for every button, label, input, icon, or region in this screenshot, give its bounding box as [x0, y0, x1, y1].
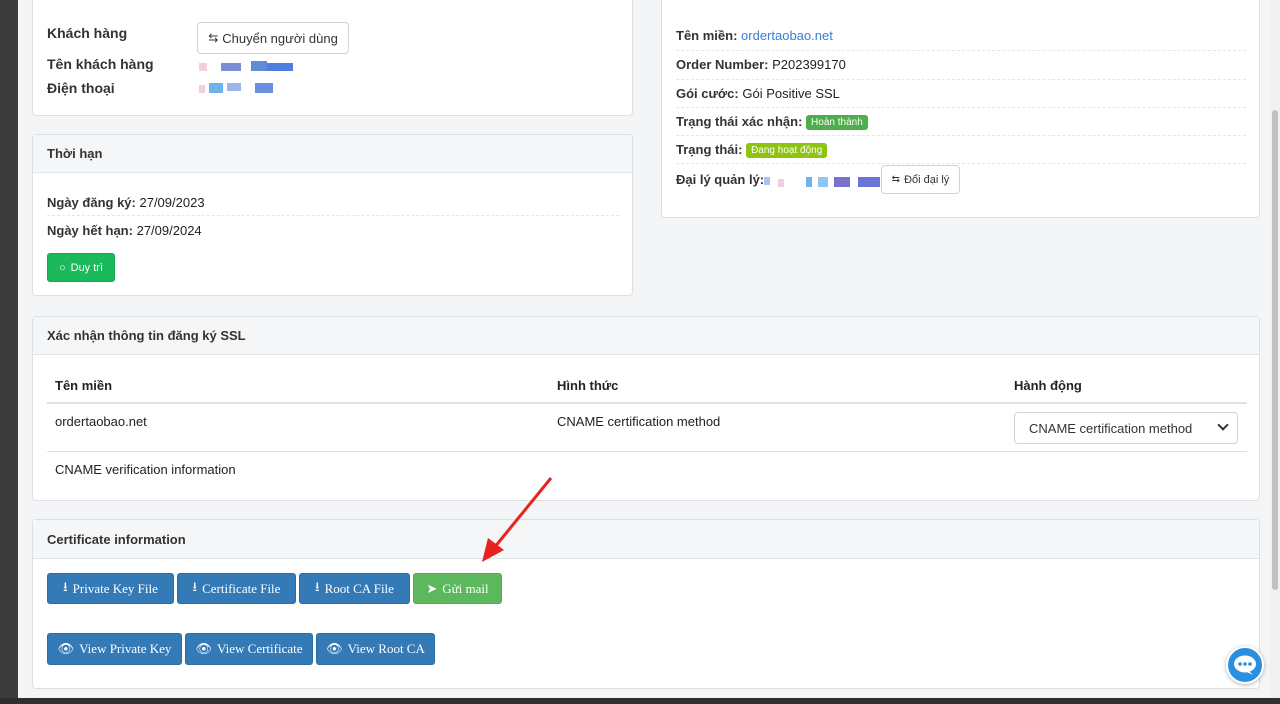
- scrollbar-thumb[interactable]: [1272, 110, 1278, 590]
- eye-icon: 👁: [195, 641, 213, 656]
- annotation-arrow: [482, 477, 553, 562]
- view-private-key-button[interactable]: 👁 View Private Key: [47, 633, 182, 665]
- switch-user-label: Chuyển người dùng: [222, 30, 338, 46]
- customer-panel: Khách hàng Tên khách hàng Điện thoại ⇆ C…: [32, 0, 633, 116]
- cname-info-row: CNAME verification information: [47, 452, 1247, 492]
- send-mail-button[interactable]: ➤ Gửi mail: [413, 573, 502, 604]
- divider: [676, 79, 1246, 80]
- download-icon: ⭳: [192, 578, 198, 594]
- customer-name-label: Tên khách hàng: [47, 56, 154, 72]
- ssl-confirm-panel: Xác nhận thông tin đăng ký SSL Tên miền …: [32, 316, 1260, 501]
- status-badge: Đang hoạt động: [746, 143, 828, 159]
- cname-info-text: CNAME verification information: [55, 462, 236, 477]
- divider: [676, 107, 1246, 108]
- maintain-button[interactable]: ○ Duy trì: [47, 253, 115, 282]
- package-row: Gói cước: Gói Positive SSL: [676, 86, 840, 101]
- swap-icon: ⇆: [891, 174, 901, 185]
- chat-bubble-icon: [1234, 655, 1256, 675]
- domain-link[interactable]: ordertaobao.net: [741, 28, 833, 43]
- row-domain: ordertaobao.net: [55, 414, 147, 429]
- paper-plane-icon: ➤: [426, 580, 438, 596]
- certificate-file-button[interactable]: ⭳ Certificate File: [177, 573, 296, 604]
- verify-status-row: Trạng thái xác nhận: Hoàn thành: [676, 114, 868, 131]
- divider: [676, 50, 1246, 51]
- expiry-date: Ngày hết hạn: 27/09/2024: [47, 223, 202, 238]
- eye-icon: 👁: [326, 641, 343, 656]
- download-icon: ⭳: [63, 578, 68, 594]
- refresh-icon: ○: [58, 261, 66, 274]
- chevron-down-icon: [1217, 419, 1229, 431]
- view-root-ca-button[interactable]: 👁 View Root CA: [316, 633, 435, 665]
- verify-status-badge: Hoàn thành: [806, 115, 868, 131]
- ssl-confirm-title: Xác nhận thông tin đăng ký SSL: [33, 317, 1259, 355]
- ssl-table: Tên miền Hình thức Hành động ordertaobao…: [47, 367, 1247, 492]
- eye-icon: 👁: [57, 641, 75, 656]
- status-row: Trạng thái: Đang hoạt động: [676, 142, 828, 159]
- col-action: Hành động: [1014, 378, 1082, 393]
- certificate-panel: Certificate information ⭳ Private Key Fil…: [32, 519, 1260, 689]
- window-left-edge: [0, 0, 18, 704]
- order-number-row: Order Number: P202399170: [676, 57, 846, 72]
- agent-row: Đại lý quản lý:: [676, 172, 765, 187]
- private-key-file-button[interactable]: ⭳ Private Key File: [47, 573, 174, 604]
- row-method: CNAME certification method: [557, 414, 721, 429]
- certificate-title: Certificate information: [33, 520, 1259, 559]
- col-method: Hình thức: [557, 378, 619, 393]
- vertical-scrollbar[interactable]: [1270, 0, 1280, 704]
- change-agent-button[interactable]: ⇆ Đổi đại lý: [881, 165, 960, 194]
- root-ca-file-button[interactable]: ⭳ Root CA File: [299, 573, 410, 604]
- action-select[interactable]: CNAME certification method: [1014, 412, 1238, 444]
- divider: [47, 215, 619, 216]
- divider: [676, 163, 1246, 164]
- download-icon: ⭳: [315, 578, 320, 594]
- chat-widget-button[interactable]: [1226, 646, 1264, 684]
- swap-icon: ⇆: [208, 31, 219, 45]
- customer-label: Khách hàng: [47, 25, 128, 41]
- order-panel: Tên miền: ordertaobao.net Order Number: …: [661, 0, 1260, 218]
- view-certificate-button[interactable]: 👁 View Certificate: [185, 633, 313, 665]
- col-domain: Tên miền: [55, 378, 113, 393]
- term-panel: Thời hạn Ngày đăng ký: 27/09/2023 Ngày h…: [32, 134, 633, 296]
- term-panel-title: Thời hạn: [33, 135, 632, 173]
- ssl-table-header: Tên miền Hình thức Hành động: [47, 367, 1247, 404]
- window-bottom-edge: [0, 698, 1280, 704]
- customer-phone-label: Điện thoại: [47, 80, 115, 96]
- registered-date: Ngày đăng ký: 27/09/2023: [47, 195, 205, 210]
- switch-user-button[interactable]: ⇆ Chuyển người dùng: [197, 22, 349, 54]
- domain-row: Tên miền: ordertaobao.net: [676, 28, 833, 43]
- action-select-value: CNAME certification method: [1029, 420, 1193, 436]
- divider: [676, 135, 1246, 136]
- table-row: ordertaobao.net CNAME certification meth…: [47, 404, 1247, 452]
